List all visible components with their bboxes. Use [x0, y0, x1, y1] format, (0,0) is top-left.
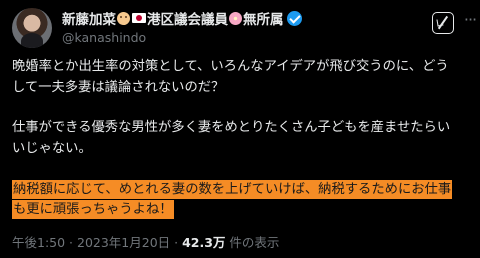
- post-text-line: して一夫多妻は議論されないのだ？: [12, 79, 225, 95]
- post-text-line: 仕事ができる優秀な男性が多く妻をめとりたくさん子どもを産ませたらい: [12, 120, 451, 135]
- views-label: 件の表示: [225, 235, 280, 250]
- avatar[interactable]: [12, 8, 52, 48]
- display-name-row[interactable]: 新藤加菜 港区議会議員 無所属: [62, 8, 302, 28]
- post-header: 新藤加菜 港区議会議員 無所属 @kanashindo ···: [12, 8, 477, 48]
- highlighted-text-line: 納税額に応じて、めとれる妻の数を上げていけば、納税するためにお仕事: [12, 180, 453, 199]
- post-paragraph-1: 晩婚率とか出生率の対策として、いろんなアイデアが飛び交うのに、どう して一夫多妻…: [12, 57, 474, 98]
- post-text-line: いじゃない。: [12, 140, 92, 156]
- more-icon[interactable]: ···: [460, 12, 480, 32]
- user-handle[interactable]: @kanashindo: [62, 30, 146, 45]
- highlighted-text-line: も更に頑張っちゃうよね！: [12, 200, 174, 219]
- post-meta: 午後1:50 · 2023年1月20日 · 42.3万 件の表示: [12, 232, 279, 251]
- post-paragraph-2: 仕事ができる優秀な男性が多く妻をめとりたくさん子どもを産ませたらい いじゃない。: [12, 118, 474, 159]
- japan-flag-icon: [132, 13, 146, 23]
- grok-icon[interactable]: [432, 12, 454, 34]
- cherry-blossom-icon: [229, 11, 242, 25]
- post-timestamp[interactable]: 午後1:50 · 2023年1月20日 ·: [12, 235, 182, 250]
- smiling-face-icon: [117, 11, 130, 25]
- display-name-middle[interactable]: 港区議会議員: [147, 8, 228, 28]
- highlighted-paragraph: 納税額に応じて、めとれる妻の数を上げていけば、納税するためにお仕事 も更に頑張っ…: [12, 180, 476, 220]
- display-name-suffix[interactable]: 無所属: [243, 8, 284, 28]
- verified-badge-icon[interactable]: [286, 10, 302, 26]
- display-name-prefix[interactable]: 新藤加菜: [62, 8, 116, 28]
- views-count[interactable]: 42.3万: [182, 235, 225, 250]
- post-text-line: 晩婚率とか出生率の対策として、いろんなアイデアが飛び交うのに、どう: [12, 59, 449, 74]
